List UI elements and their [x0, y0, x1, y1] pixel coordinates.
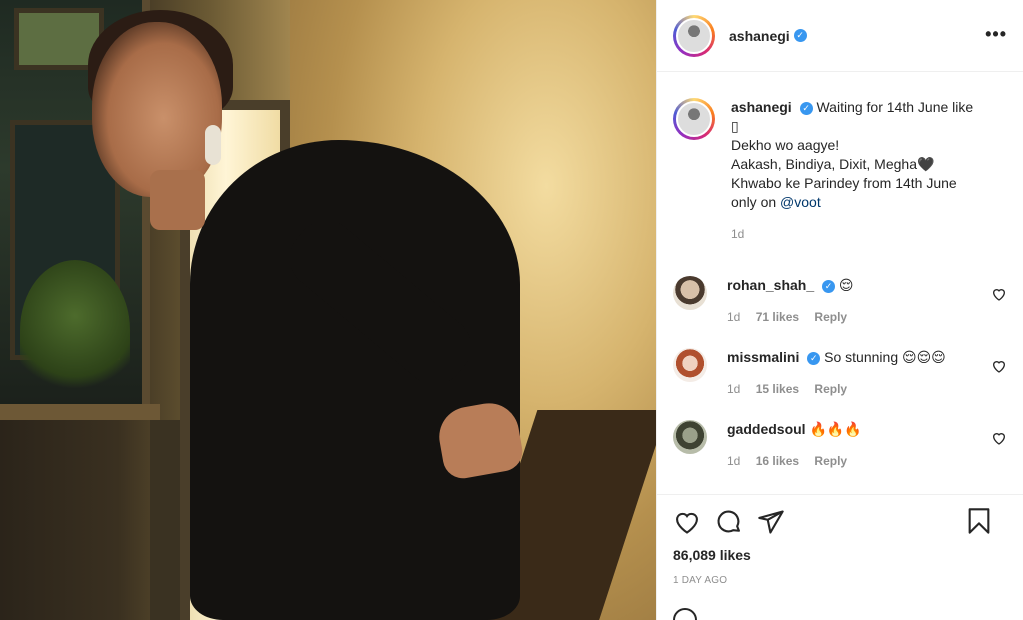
verified-badge-icon: ✓: [822, 280, 836, 293]
comment-reply-button[interactable]: Reply: [814, 454, 847, 468]
comment-time[interactable]: 1d: [727, 310, 740, 324]
header-username[interactable]: ashanegi: [729, 28, 790, 44]
comment-avatar[interactable]: [673, 276, 707, 310]
comments-list[interactable]: ashanegi ✓ Waiting for 14th June like ▯ …: [657, 72, 1023, 494]
photo-figure-neck: [150, 170, 205, 230]
verified-badge-icon: ✓: [807, 352, 821, 365]
post-header: ashanegi ✓ •••: [657, 0, 1023, 72]
caption-line: Waiting for 14th June like: [816, 99, 974, 115]
post-photo[interactable]: T E: [0, 0, 656, 620]
caption-line: Dekho wo aagye!: [731, 137, 840, 153]
post-actions: 86,089 likes 1 DAY AGO: [657, 494, 1023, 620]
caption-username[interactable]: ashanegi: [731, 99, 792, 115]
comment-username[interactable]: gaddedsoul: [727, 421, 806, 437]
comment-time[interactable]: 1d: [727, 454, 740, 468]
likes-count[interactable]: 86,089 likes: [673, 547, 1007, 563]
like-heart-icon[interactable]: [673, 508, 701, 536]
post-panel: ashanegi ✓ ••• ashanegi ✓ Waiting for 14…: [656, 0, 1023, 620]
comment-username[interactable]: rohan_shah_: [727, 277, 814, 293]
verified-badge-icon: ✓: [799, 102, 813, 115]
verified-badge-icon: ✓: [793, 29, 807, 42]
comment-avatar[interactable]: [673, 348, 707, 382]
post-timestamp[interactable]: 1 DAY AGO: [673, 575, 1007, 586]
photo-figure-dress: [190, 140, 520, 620]
save-bookmark-icon[interactable]: [965, 507, 993, 535]
caption-mention-link[interactable]: @voot: [780, 194, 821, 210]
comment-item: missmalini ✓ So stunning 😌😌😌 1d 15 likes…: [673, 348, 1007, 398]
comment-item: rohan_shah_ ✓ 😌 1d 71 likes Reply: [673, 276, 1007, 326]
post-caption: ashanegi ✓ Waiting for 14th June like ▯ …: [673, 72, 1007, 244]
caption-line: ▯: [731, 118, 739, 134]
more-options-icon[interactable]: •••: [985, 24, 1007, 45]
comment-bubble-icon[interactable]: [715, 508, 743, 536]
share-paper-plane-icon[interactable]: [757, 508, 785, 536]
comment-reply-button[interactable]: Reply: [814, 382, 847, 396]
caption-line: Khwabo ke Parindey from 14th June: [731, 175, 957, 191]
comment-text: 😌: [838, 277, 854, 293]
comment-text: So stunning 😌😌😌: [824, 349, 946, 365]
comment-username[interactable]: missmalini: [727, 349, 799, 365]
caption-avatar[interactable]: [673, 98, 715, 140]
comment-avatar[interactable]: [673, 420, 707, 454]
emoji-icon[interactable]: [673, 608, 697, 620]
comment-likes[interactable]: 71 likes: [756, 310, 799, 324]
comment-likes[interactable]: 15 likes: [756, 382, 799, 396]
header-avatar[interactable]: [673, 14, 715, 57]
comment-time[interactable]: 1d: [727, 382, 740, 396]
comment-item: gaddedsoul 🔥🔥🔥 1d 16 likes Reply: [673, 420, 1007, 470]
comment-likes[interactable]: 16 likes: [756, 454, 799, 468]
caption-time[interactable]: 1d: [731, 225, 986, 244]
caption-line: Aakash, Bindiya, Dixit, Megha🖤: [731, 156, 935, 172]
comment-like-heart-icon[interactable]: [991, 430, 1007, 446]
photo-earring: [205, 125, 221, 165]
comment-reply-button[interactable]: Reply: [814, 310, 847, 324]
comment-like-heart-icon[interactable]: [991, 286, 1007, 302]
caption-line: only on: [731, 194, 781, 210]
comment-like-heart-icon[interactable]: [991, 358, 1007, 374]
comment-text: 🔥🔥🔥: [809, 421, 862, 437]
